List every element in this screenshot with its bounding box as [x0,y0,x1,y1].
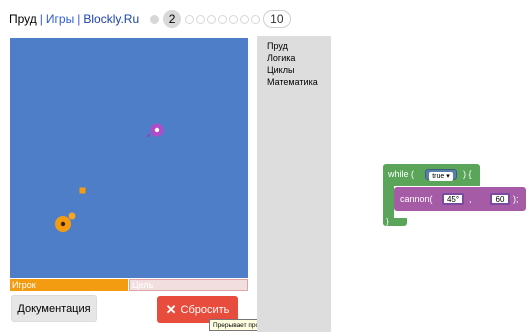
while-open-brace: ) { [463,169,472,179]
while-close-brace: } [386,217,389,226]
level-5-dot[interactable] [207,14,217,24]
cannonball-marker [79,187,86,194]
bool-value-block[interactable]: true ▾ [425,169,457,181]
toolbox-category-pond[interactable]: Пруд [267,40,331,52]
page-title: Пруд [9,12,37,26]
cannon-block[interactable]: cannon( 45° , 60 ); [394,187,526,211]
level-3-dot[interactable] [185,14,195,24]
while-keyword: while ( [388,169,415,179]
toolbox-category-math[interactable]: Математика [267,76,331,88]
level-current[interactable]: 2 [163,10,182,28]
blockly-workspace[interactable]: while ( true ▾ ) { } cannon( 45° , 60 ); [331,36,527,332]
level-7-dot[interactable] [229,14,239,24]
player-health-bar: Игрок [10,279,128,291]
bool-value: true [432,173,445,180]
games-link[interactable]: Игры [46,12,74,26]
enemy-duck-icon [146,123,164,138]
level-6-dot[interactable] [218,14,228,24]
range-input[interactable]: 60 [490,193,510,205]
level-last[interactable]: 10 [263,10,291,28]
cannon-arg-separator: , [469,194,472,204]
documentation-button[interactable]: Документация [11,295,97,322]
goal-health-bar: Цель [129,279,248,291]
level-4-dot[interactable] [196,14,206,24]
reset-button-label: Сбросить [180,303,230,316]
top-nav: Пруд | Игры | Blockly.Ru 2 10 [9,8,291,30]
close-icon: ✕ [165,301,177,317]
toolbox-category-logic[interactable]: Логика [267,52,331,64]
blockly-toolbox: Пруд Логика Циклы Математика [257,36,331,332]
level-1-dot[interactable] [150,14,160,24]
nav-separator: | [39,12,43,26]
toolbox-category-loops[interactable]: Циклы [267,64,331,76]
game-scene [55,123,164,232]
nav-separator: | [77,12,81,26]
cannon-close: ); [513,194,519,204]
angle-input[interactable]: 45° [442,193,464,205]
cannon-keyword: cannon( [400,194,433,204]
level-9-dot[interactable] [251,14,261,24]
blockly-ru-link[interactable]: Blockly.Ru [83,12,139,26]
level-8-dot[interactable] [240,14,250,24]
level-selector: 2 10 [149,10,291,28]
game-canvas [10,38,248,278]
player-duck-icon [55,212,76,232]
